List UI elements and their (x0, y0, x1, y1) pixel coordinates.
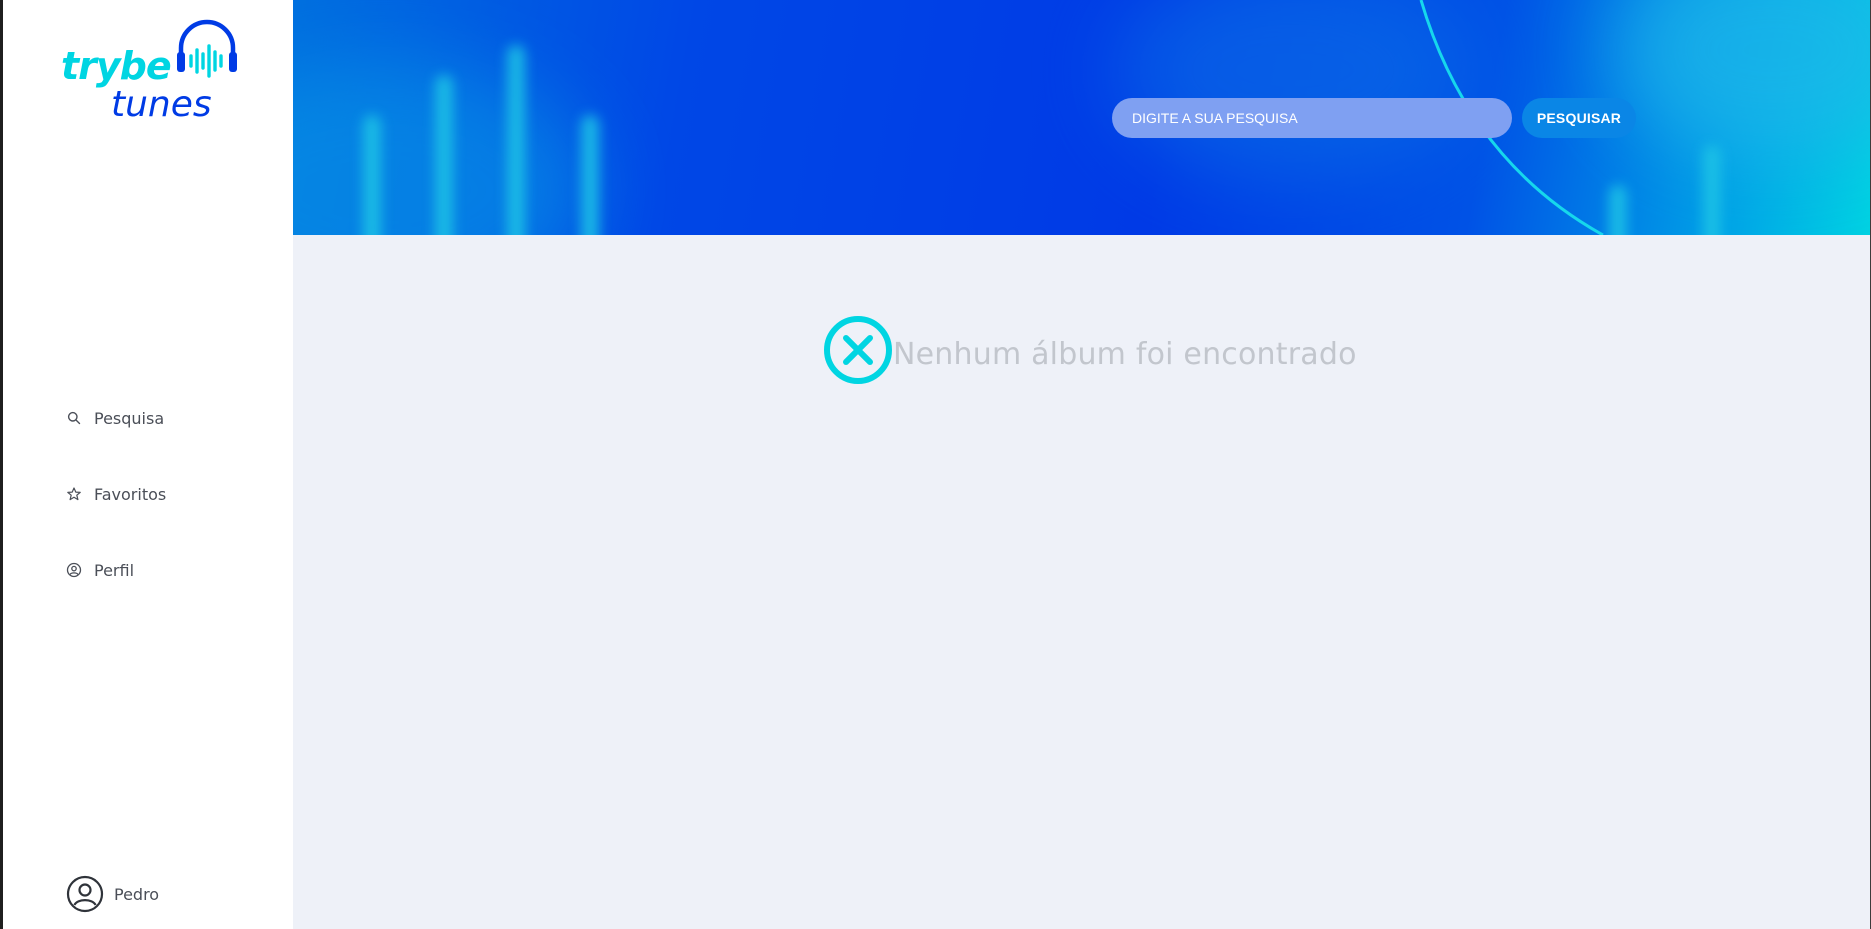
results-area: Nenhum álbum foi encontrado (293, 235, 1870, 929)
user-circle-icon (66, 562, 82, 578)
sidebar-item-label: Perfil (94, 560, 135, 580)
search-input[interactable] (1112, 98, 1512, 138)
sidebar-item-favoritos[interactable]: Favoritos (66, 476, 266, 512)
close-circle-icon (823, 315, 893, 385)
search-header: PESQUISAR (293, 0, 1870, 235)
app-window: trybe tunes Pesquisa Favoritos Perfil Pe… (0, 0, 1871, 929)
sidebar-item-label: Favoritos (94, 484, 167, 504)
logo-word-trybe: trybe (61, 44, 172, 88)
user-profile[interactable]: Pedro (66, 874, 159, 914)
sidebar-item-pesquisa[interactable]: Pesquisa (66, 400, 266, 436)
sidebar-item-label: Pesquisa (94, 408, 165, 428)
star-icon (66, 486, 82, 502)
search-icon (66, 410, 82, 426)
search-button[interactable]: PESQUISAR (1522, 98, 1636, 138)
empty-state: Nenhum álbum foi encontrado (823, 315, 1357, 385)
user-name: Pedro (114, 884, 160, 904)
trybetunes-logo[interactable]: trybe tunes (61, 18, 251, 125)
headphones-waveform-icon (177, 19, 237, 78)
logo-word-tunes: tunes (111, 84, 212, 125)
empty-message: Nenhum álbum foi encontrado (893, 336, 1357, 372)
sidebar-item-perfil[interactable]: Perfil (66, 552, 266, 588)
avatar-icon (66, 875, 104, 913)
sidebar: trybe tunes Pesquisa Favoritos Perfil Pe… (3, 0, 293, 929)
